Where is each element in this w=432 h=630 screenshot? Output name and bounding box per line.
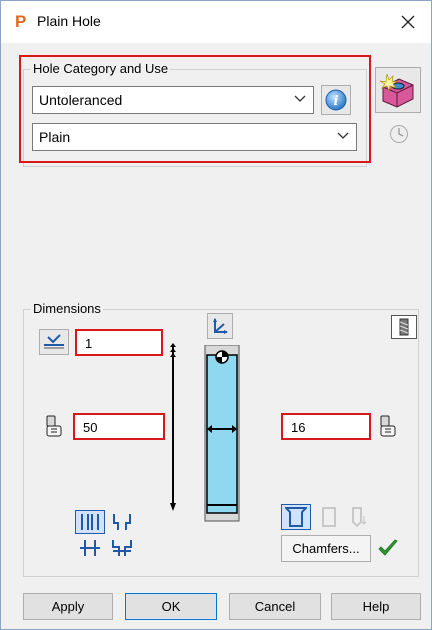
- left-lock-button[interactable]: [41, 413, 67, 439]
- depth-mode-button[interactable]: [39, 329, 69, 355]
- svg-text:i: i: [334, 94, 339, 109]
- dimensions-group-label: Dimensions: [31, 301, 103, 316]
- chamfer-top-icon: [285, 507, 307, 527]
- close-icon: [401, 15, 415, 29]
- top-value: 1: [85, 336, 93, 351]
- right-lock-button[interactable]: [375, 413, 401, 439]
- hole-type-through-button[interactable]: [75, 536, 105, 560]
- chamfer-type-2-button[interactable]: [315, 504, 343, 530]
- left-value: 50: [83, 420, 98, 435]
- hole-section-diagram: [204, 345, 240, 522]
- chevron-down-icon: [294, 95, 306, 102]
- right-value-input[interactable]: 16: [281, 413, 371, 440]
- chevron-down-icon: [337, 132, 349, 139]
- plain-hole-type-icon: [81, 514, 99, 530]
- chamfers-apply-check: [375, 535, 401, 561]
- ok-button[interactable]: OK: [125, 593, 217, 620]
- help-button[interactable]: Help: [331, 593, 421, 620]
- plain-hole-dialog: P Plain Hole Hole Category and Use Untol…: [0, 0, 432, 630]
- top-value-input[interactable]: 1: [75, 329, 163, 356]
- title-bar: P Plain Hole: [1, 1, 431, 43]
- lock-toggle-icon: [46, 415, 62, 437]
- depth-surface-icon: [44, 334, 64, 349]
- hole-category-value: Untoleranced: [39, 92, 123, 108]
- hole-type-countersink-button[interactable]: [107, 536, 137, 560]
- checkmark-icon: [378, 539, 398, 556]
- chamfer-bottom-icon: [352, 507, 367, 528]
- countersink-hole-icon: [112, 540, 132, 556]
- info-button[interactable]: i: [321, 85, 351, 115]
- hole-category-dropdown[interactable]: Untoleranced: [32, 86, 314, 114]
- hole-type-counterbore-button[interactable]: [107, 510, 137, 534]
- apply-button[interactable]: Apply: [23, 593, 113, 620]
- cancel-button[interactable]: Cancel: [229, 593, 321, 620]
- close-button[interactable]: [393, 7, 423, 37]
- hole-preview-button[interactable]: [375, 67, 421, 113]
- info-icon: i: [325, 89, 347, 111]
- app-logo-icon: P: [15, 12, 27, 31]
- depth-dimension-line: [170, 343, 176, 511]
- right-value: 16: [291, 420, 306, 435]
- counterbore-hole-icon: [113, 514, 131, 530]
- drill-tool-icon: [399, 318, 409, 336]
- axis-icon: [213, 318, 228, 334]
- clock-button[interactable]: [388, 123, 410, 145]
- dialog-title: Plain Hole: [37, 13, 101, 29]
- hole-use-value: Plain: [39, 129, 71, 145]
- chamfer-type-3-button[interactable]: [345, 504, 373, 530]
- through-hole-icon: [80, 540, 100, 556]
- clock-icon: [390, 125, 408, 143]
- chamfers-button[interactable]: Chamfers...: [281, 535, 371, 562]
- tool-button[interactable]: [391, 315, 417, 339]
- hole-use-dropdown[interactable]: Plain: [32, 123, 357, 151]
- chamfer-plain-icon: [322, 507, 336, 527]
- hole-type-plain-button[interactable]: [75, 510, 105, 534]
- lock-toggle-icon: [380, 415, 396, 437]
- left-value-input[interactable]: 50: [73, 413, 165, 440]
- chamfer-type-1-button[interactable]: [281, 504, 311, 530]
- hole-feature-icon: [379, 73, 414, 108]
- axis-button[interactable]: [207, 313, 233, 339]
